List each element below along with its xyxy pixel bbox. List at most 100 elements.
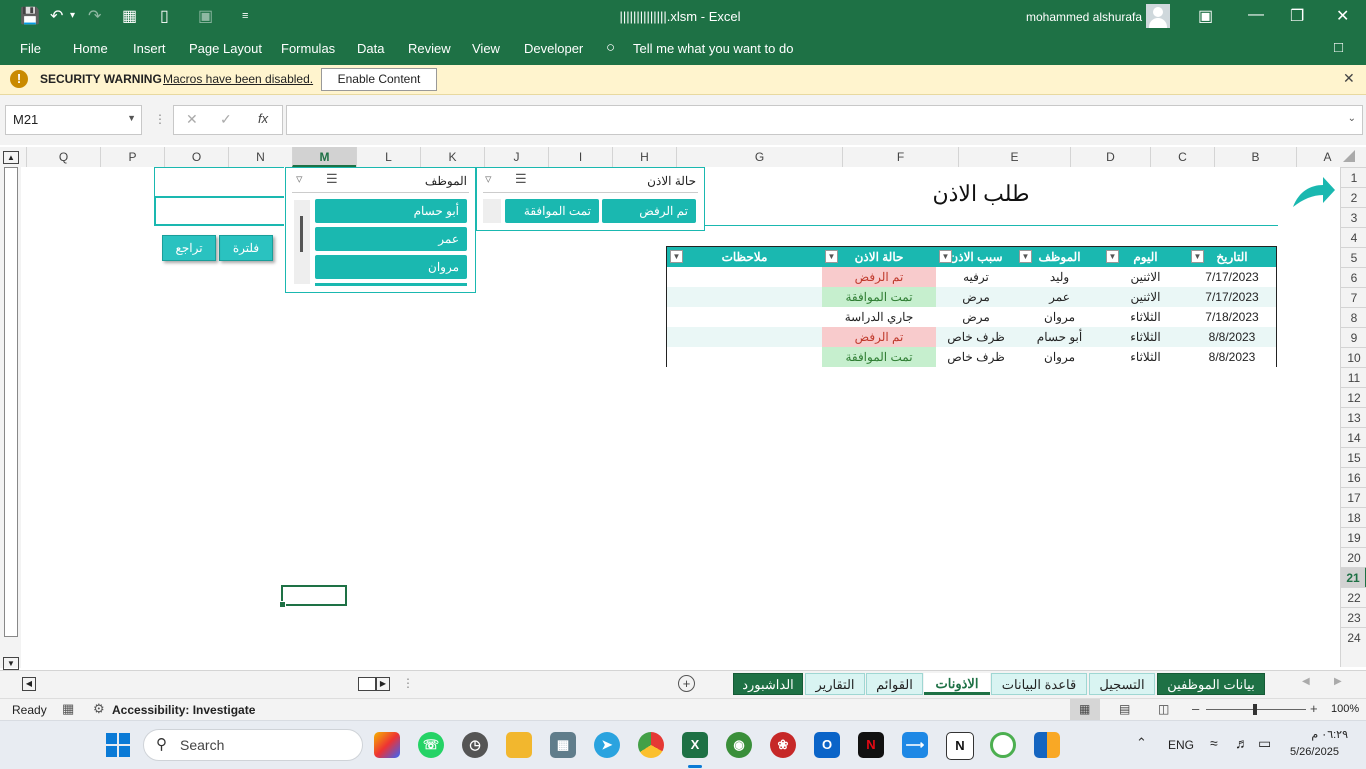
slicer-item-employee[interactable]: عمر [315,227,467,251]
table-cell[interactable]: الاثنين [1103,287,1188,307]
row-header[interactable]: 9 [1341,327,1366,347]
wifi-icon[interactable]: ≈ [1210,735,1218,751]
filter-dropdown-icon[interactable]: ▼ [939,250,952,263]
scroll-right-icon[interactable]: ▶ [376,677,390,691]
row-header[interactable]: 24 [1341,627,1366,647]
sheet-tab[interactable]: قاعدة البيانات [991,673,1087,695]
table-cell[interactable]: الثلاثاء [1103,347,1188,367]
row-header[interactable]: 4 [1341,227,1366,247]
table-cell[interactable]: مروان [1016,307,1103,327]
volume-icon[interactable]: ♬ [1235,735,1249,751]
column-header[interactable]: D [1070,147,1150,167]
table-cell[interactable]: وليد [1016,267,1103,287]
table-cell[interactable]: ترفيه [936,267,1016,287]
filter-dropdown-icon[interactable]: ▼ [1019,250,1032,263]
avatar[interactable] [1146,4,1170,28]
cell-box-bottom[interactable] [154,196,284,226]
table-cell[interactable]: تمت الموافقة [822,347,936,367]
customize-toolbar-icon[interactable]: ≡ [242,10,248,22]
menu-home[interactable]: Home [73,41,108,56]
slicer-item-approved[interactable]: تمت الموافقة [505,199,599,223]
table-cell[interactable] [667,327,822,347]
table-cell[interactable] [667,287,822,307]
table-cell[interactable]: الثلاثاء [1103,307,1188,327]
column-header[interactable]: E [958,147,1070,167]
clear-filter-icon[interactable]: ▿ [485,171,492,187]
security-warning-message[interactable]: Macros have been disabled. [163,72,313,86]
browser-globe-icon[interactable]: ◉ [726,732,752,758]
cell-box-top[interactable] [154,167,284,197]
row-header[interactable]: 22 [1341,587,1366,607]
undo-icon[interactable]: ↶ [50,6,63,26]
app-icon[interactable]: ❀ [770,732,796,758]
row-header[interactable]: 16 [1341,467,1366,487]
column-header[interactable]: M [292,147,356,167]
row-header[interactable]: 2 [1341,187,1366,207]
clock-time[interactable]: ٠٦:٢٩ م [1300,728,1348,741]
table-cell[interactable] [667,347,822,367]
table-cell[interactable] [667,267,822,287]
table-cell[interactable]: 7/17/2023 [1188,267,1276,287]
slicer-status[interactable]: حالة الاذن ☰ ▿ تم الرفض تمت الموافقة [476,167,705,231]
table-cell[interactable]: تم الرفض [822,267,936,287]
slicer-item-employee[interactable]: مروان [315,255,467,279]
scroll-up-icon[interactable]: ▲ [3,151,19,164]
hscroll-thumb[interactable] [358,677,376,691]
layout-icon[interactable]: ▣ [198,6,213,26]
table-cell[interactable]: 7/17/2023 [1188,287,1276,307]
filter-dropdown-icon[interactable]: ▼ [1191,250,1204,263]
row-header[interactable]: 13 [1341,407,1366,427]
zoom-out-icon[interactable]: – [1192,701,1199,716]
tab-scroll-left-icon[interactable]: ◀ [1302,676,1310,687]
column-header[interactable]: C [1150,147,1214,167]
outlook-icon[interactable]: O [814,732,840,758]
filter-dropdown-icon[interactable]: ▼ [825,250,838,263]
menu-review[interactable]: Review [408,41,451,56]
expand-formula-icon[interactable]: ⌄ [1348,113,1356,124]
menu-developer[interactable]: Developer [524,41,583,56]
macro-record-icon[interactable]: ▦ [62,701,74,717]
column-header[interactable]: F [842,147,958,167]
file-explorer-icon[interactable] [506,732,532,758]
row-header[interactable]: 6 [1341,267,1366,287]
whatsapp-icon[interactable]: ☏ [418,732,444,758]
minimize-icon[interactable]: — [1248,6,1264,24]
row-header[interactable]: 19 [1341,527,1366,547]
form-icon[interactable]: ▦ [122,6,137,26]
scroll-left-icon[interactable]: ◀ [22,677,36,691]
chrome-icon[interactable] [638,732,664,758]
filter-button[interactable]: فلترة [219,235,273,261]
comments-icon[interactable]: □ [1334,39,1343,56]
zoom-slider[interactable] [1206,704,1306,715]
column-header[interactable]: B [1214,147,1296,167]
column-header[interactable]: N [228,147,292,167]
column-header[interactable]: O [164,147,228,167]
excel-icon[interactable]: X [682,732,708,758]
accessibility-icon[interactable]: ⚙ [93,701,105,717]
vscode-icon[interactable]: ⟶ [902,732,928,758]
row-header[interactable]: 18 [1341,507,1366,527]
tab-scroll-right-icon[interactable]: ▶ [1334,676,1342,687]
row-header[interactable]: 21 [1341,567,1366,587]
column-header[interactable]: K [420,147,484,167]
scroll-down-icon[interactable]: ▼ [3,657,19,670]
restore-icon[interactable]: ❐ [1290,6,1304,26]
battery-icon[interactable]: ▭ [1258,735,1271,752]
table-cell[interactable]: مرض [936,287,1016,307]
vertical-scrollbar[interactable]: ▲ ▼ [0,147,21,670]
menu-page-layout[interactable]: Page Layout [189,41,262,56]
table-cell[interactable]: جاري الدراسة [822,307,936,327]
table-cell[interactable]: مروان [1016,347,1103,367]
save-icon[interactable]: 💾 [20,6,40,26]
menu-formulas[interactable]: Formulas [281,41,335,56]
table-cell[interactable]: 8/8/2023 [1188,347,1276,367]
table-cell[interactable]: الثلاثاء [1103,327,1188,347]
menu-insert[interactable]: Insert [133,41,166,56]
windows-start-icon[interactable] [106,733,130,757]
undo-button[interactable]: تراجع [162,235,216,261]
row-header[interactable]: 12 [1341,387,1366,407]
column-header[interactable]: J [484,147,548,167]
close-icon[interactable]: ✕ [1336,6,1349,26]
table-cell[interactable]: 7/18/2023 [1188,307,1276,327]
calculator-icon[interactable]: ▦ [550,732,576,758]
